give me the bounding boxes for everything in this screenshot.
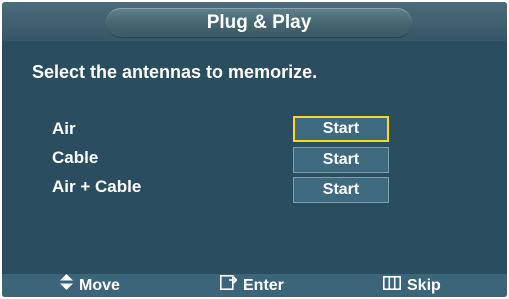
skip-hint-label: Skip	[407, 277, 441, 294]
option-label-air: Air	[52, 119, 76, 138]
move-hint-label: Move	[79, 277, 120, 294]
page-title: Plug & Play	[106, 8, 412, 38]
enter-hint: Enter	[220, 274, 284, 297]
start-button-cable[interactable]: Start	[293, 147, 389, 173]
up-down-arrows-icon	[60, 274, 73, 297]
move-hint: Move	[60, 274, 120, 297]
start-button-air[interactable]: Start	[293, 116, 389, 142]
menu-icon	[383, 274, 401, 297]
start-button-air-cable[interactable]: Start	[293, 177, 389, 203]
option-label-air-cable: Air + Cable	[52, 177, 142, 196]
option-label-cable: Cable	[52, 148, 99, 167]
title-bar: Plug & Play	[2, 2, 507, 41]
enter-icon	[220, 274, 238, 297]
footer-hint-bar: Move Enter Skip	[2, 274, 507, 297]
skip-hint: Skip	[383, 274, 441, 297]
enter-hint-label: Enter	[243, 277, 284, 294]
instruction-text: Select the antennas to memorize.	[32, 62, 318, 82]
plug-and-play-screen: Plug & Play Select the antennas to memor…	[2, 2, 507, 297]
